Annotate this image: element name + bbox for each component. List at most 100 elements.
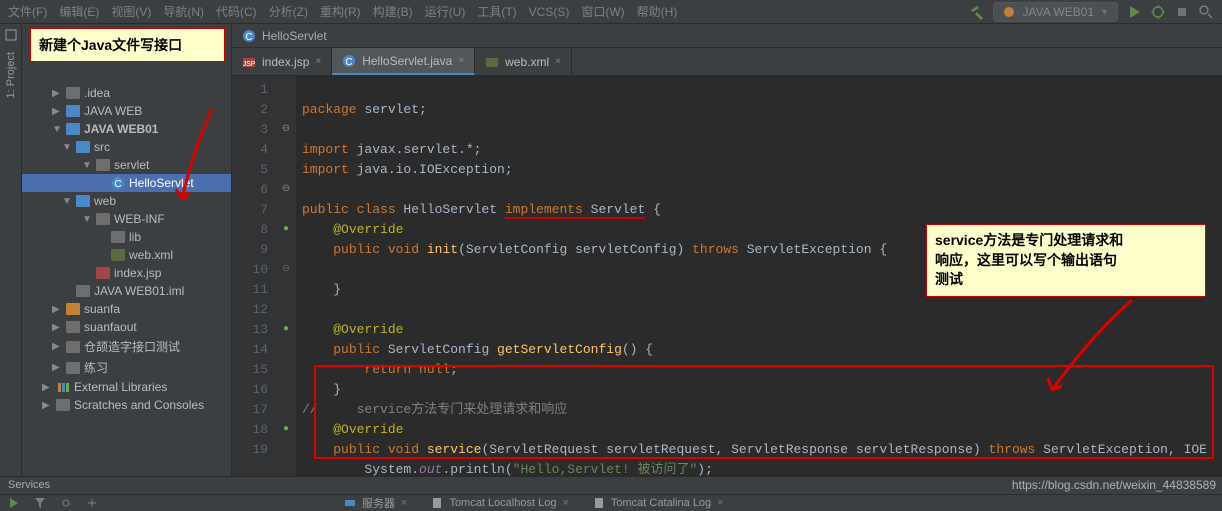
expand-arrow-icon[interactable]: ▶ xyxy=(52,322,62,333)
tomcat-icon xyxy=(1002,5,1016,19)
xml-icon xyxy=(111,249,125,261)
menu-window[interactable]: 窗口(W) xyxy=(581,3,624,20)
svg-text:JSP: JSP xyxy=(243,61,256,68)
stop-icon[interactable] xyxy=(1174,4,1190,20)
tree-item[interactable]: ▶suanfaout xyxy=(22,318,231,336)
tree-item-label: .idea xyxy=(84,86,110,100)
debug-icon[interactable] xyxy=(1150,4,1166,20)
run-icon[interactable] xyxy=(1126,4,1142,20)
chevron-down-icon: ▼ xyxy=(1100,7,1109,17)
expand-icon[interactable] xyxy=(86,497,98,509)
run-config-label: JAVA WEB01 xyxy=(1022,5,1094,19)
tree-item-label: suanfa xyxy=(84,302,120,316)
class-icon: C xyxy=(242,29,256,43)
hammer-icon[interactable] xyxy=(969,4,985,20)
tab-label: web.xml xyxy=(505,55,549,69)
tree-item-label: index.jsp xyxy=(114,266,161,280)
left-gutter: 1: Project xyxy=(0,24,22,476)
expand-arrow-icon[interactable]: ▶ xyxy=(52,304,62,315)
breadcrumb-text[interactable]: HelloServlet xyxy=(262,29,327,43)
close-icon[interactable]: × xyxy=(315,56,321,67)
menu-file[interactable]: 文件(F) xyxy=(8,3,47,20)
tab-catalina-log[interactable]: Tomcat Catalina Log× xyxy=(581,495,736,511)
gutter-icons: ⊖ ⊖ ● ⊖ ● ● xyxy=(276,76,296,476)
expand-arrow-icon[interactable]: ▼ xyxy=(82,214,92,225)
tree-item[interactable]: CHelloServlet xyxy=(22,174,231,192)
editor-tab[interactable]: C HelloServlet.java × xyxy=(332,48,475,75)
expand-arrow-icon[interactable]: ▶ xyxy=(42,382,52,393)
tab-server[interactable]: 服务器× xyxy=(332,495,419,511)
blue-icon xyxy=(76,141,90,153)
grey-icon xyxy=(96,213,110,225)
tree-item[interactable]: lib xyxy=(22,228,231,246)
tree-item[interactable]: ▼ src xyxy=(22,138,231,156)
menu-tools[interactable]: 工具(T) xyxy=(477,3,516,20)
expand-arrow-icon[interactable]: ▼ xyxy=(62,196,72,207)
annotation-note-2: service方法是专门处理请求和响应，这里可以写个输出语句测试 xyxy=(926,224,1206,297)
menu-analyze[interactable]: 分析(Z) xyxy=(269,3,308,20)
tree-item-label: web.xml xyxy=(129,248,173,262)
menu-help[interactable]: 帮助(H) xyxy=(637,3,678,20)
tree-item-label: External Libraries xyxy=(74,380,167,394)
tree-item[interactable]: ▶ 练习 xyxy=(22,357,231,378)
menu-refactor[interactable]: 重构(R) xyxy=(320,3,361,20)
menu-nav[interactable]: 导航(N) xyxy=(163,3,204,20)
tree-item-label: HelloServlet xyxy=(129,176,194,190)
tree-item[interactable]: ▼ JAVA WEB01 xyxy=(22,120,231,138)
tree-item-label: JAVA WEB xyxy=(84,104,142,118)
tree-item[interactable]: ▼WEB-INF xyxy=(22,210,231,228)
tree-item[interactable]: ▼web xyxy=(22,192,231,210)
tree-item[interactable]: web.xml xyxy=(22,246,231,264)
breadcrumb: C HelloServlet xyxy=(232,24,1222,48)
tree-item-label: 练习 xyxy=(84,359,108,376)
tree-item[interactable]: ▶ .idea xyxy=(22,84,231,102)
expand-arrow-icon[interactable]: ▶ xyxy=(52,106,62,117)
settings-icon[interactable] xyxy=(60,497,72,509)
tree-item[interactable]: ▶Scratches and Consoles xyxy=(22,396,231,414)
expand-arrow-icon[interactable]: ▼ xyxy=(52,124,62,135)
tree-item[interactable]: JAVA WEB01.iml xyxy=(22,282,231,300)
filter-icon[interactable] xyxy=(34,497,46,509)
project-tree: 新建个Java文件写接口 ▶.idea▶JAVA WEB▼JAVA WEB01▼… xyxy=(22,24,232,476)
menu-view[interactable]: 视图(V) xyxy=(111,3,151,20)
close-icon[interactable]: × xyxy=(555,56,561,67)
tree-item[interactable]: ▶ JAVA WEB xyxy=(22,102,231,120)
expand-arrow-icon[interactable]: ▶ xyxy=(42,400,52,411)
tree-item-label: src xyxy=(94,140,110,154)
tree-item[interactable]: index.jsp xyxy=(22,264,231,282)
editor-tab[interactable]: JSP index.jsp × xyxy=(232,48,332,75)
grey-icon xyxy=(66,87,80,99)
search-icon[interactable] xyxy=(1198,4,1214,20)
tab-localhost-log[interactable]: Tomcat Localhost Log× xyxy=(419,495,580,511)
menu-code[interactable]: 代码(C) xyxy=(216,3,257,20)
tree-item[interactable]: ▶ suanfa xyxy=(22,300,231,318)
menu-edit[interactable]: 编辑(E) xyxy=(59,3,99,20)
editor-tab[interactable]: web.xml × xyxy=(475,48,572,75)
tab-label: index.jsp xyxy=(262,55,309,69)
svg-text:C: C xyxy=(245,32,252,43)
expand-arrow-icon[interactable]: ▶ xyxy=(52,341,62,352)
menu-build[interactable]: 构建(B) xyxy=(373,3,413,20)
run-config-selector[interactable]: JAVA WEB01 ▼ xyxy=(993,2,1118,22)
tree-item[interactable]: ▼servlet xyxy=(22,156,231,174)
sidebar-project-label[interactable]: 1: Project xyxy=(5,52,17,98)
menu-run[interactable]: 运行(U) xyxy=(425,3,466,20)
tree-item-label: JAVA WEB01 xyxy=(84,122,158,136)
bottom-toolbar: 服务器× Tomcat Localhost Log× Tomcat Catali… xyxy=(0,494,1222,510)
close-icon[interactable]: × xyxy=(458,55,464,66)
project-tool-icon[interactable] xyxy=(4,28,18,42)
expand-arrow-icon[interactable]: ▼ xyxy=(82,160,92,171)
tree-item[interactable]: ▶ 仓颉造字接口测试 xyxy=(22,336,231,357)
menu-vcs[interactable]: VCS(S) xyxy=(529,5,570,19)
tab-label: HelloServlet.java xyxy=(362,54,452,68)
annotation-note-1: 新建个Java文件写接口 xyxy=(30,28,225,62)
expand-arrow-icon[interactable]: ▶ xyxy=(52,362,62,373)
expand-arrow-icon[interactable]: ▶ xyxy=(52,88,62,99)
tree-item-label: 仓颉造字接口测试 xyxy=(84,338,180,355)
run-icon[interactable] xyxy=(8,497,20,509)
grey-icon xyxy=(96,159,110,171)
expand-arrow-icon[interactable]: ▼ xyxy=(62,142,72,153)
tree-item[interactable]: ▶ External Libraries xyxy=(22,378,231,396)
svg-text:C: C xyxy=(346,57,353,68)
orange-icon xyxy=(66,303,80,315)
